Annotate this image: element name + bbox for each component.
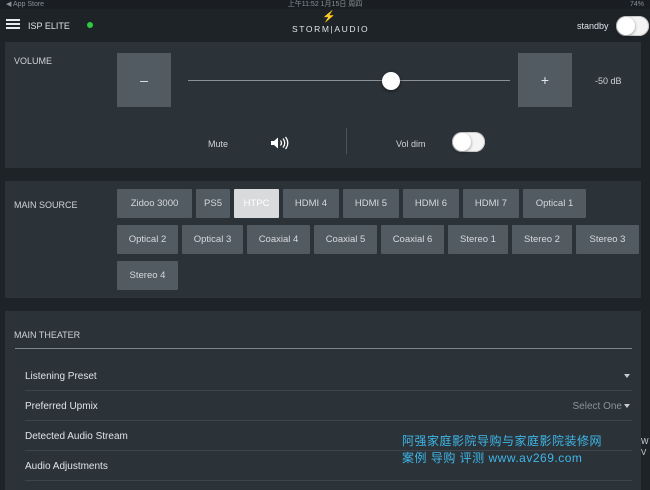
row-label: Listening Preset [25,371,97,382]
vol-dim-toggle[interactable] [452,132,485,152]
source-button-hdmi-5[interactable]: HDMI 5 [343,189,399,218]
minus-label: – [140,72,148,88]
volume-section-label: VOLUME [14,56,53,66]
dropdown[interactable] [622,371,630,382]
source-button-stereo-2[interactable]: Stereo 2 [512,225,572,254]
watermark: 阿强家庭影院导购与家庭影院装修网 案例 导购 评测 www.av269.com [402,433,602,467]
lightning-bolt-icon: ⚡ [322,11,336,23]
source-button-coaxial-6[interactable]: Coaxial 6 [381,225,444,254]
plus-label: + [540,72,550,88]
caret-down-icon [624,404,630,409]
device-name: ISP ELITE [28,21,70,31]
dropdown-value: Select One [572,401,622,412]
source-button-coaxial-5[interactable]: Coaxial 5 [314,225,377,254]
toggle-knob [453,133,471,151]
volume-slider-track[interactable] [188,80,510,81]
edge-char: V [641,448,647,457]
volume-value: -50 dB [595,76,622,86]
status-bar-time: 上午11:52 1月15日 周四 [287,1,363,8]
main-source-panel: MAIN SOURCE Zidoo 3000 PS5 HTPC HDMI 4 HDMI … [5,181,641,298]
mute-label: Mute [208,139,229,149]
vertical-divider [346,128,347,154]
watermark-line-1: 阿强家庭影院导购与家庭影院装修网 [402,434,603,448]
dropdown[interactable]: Select One [573,401,630,412]
preferred-upmix-row[interactable]: Preferred Upmix Select One [25,391,632,421]
source-button-zidoo-3000[interactable]: Zidoo 3000 [117,189,192,218]
hamburger-menu-icon[interactable] [6,19,20,29]
main-source-label: MAIN SOURCE [14,200,78,210]
logo-text: STORM|AUDIO [292,24,370,34]
source-button-stereo-4[interactable]: Stereo 4 [117,261,178,290]
listening-preset-row[interactable]: Listening Preset [25,361,632,391]
edge-char: W [641,437,649,446]
source-button-coaxial-4[interactable]: Coaxial 4 [247,225,310,254]
standby-toggle[interactable] [616,16,649,36]
main-theater-label: MAIN THEATER [14,330,81,340]
volume-down-button[interactable]: – [117,53,171,107]
watermark-line-2: 案例 导购 评测 www.av269.com [402,451,583,465]
toggle-knob [617,17,635,35]
speaker-volume-icon[interactable] [270,136,290,150]
source-button-hdmi-6[interactable]: HDMI 6 [403,189,459,218]
source-button-optical-1[interactable]: Optical 1 [523,189,586,218]
source-button-optical-2[interactable]: Optical 2 [117,225,178,254]
top-bar: ISP ELITE ⚡ STORM|AUDIO standby [0,9,650,42]
source-button-optical-3[interactable]: Optical 3 [182,225,243,254]
caret-down-icon [624,374,630,379]
status-bar-left: ◀ App Store [6,1,45,8]
ios-status-bar: ◀ App Store 上午11:52 1月15日 周四 74% [0,0,650,9]
standby-label: standby [577,21,609,31]
connection-status-icon [87,22,93,28]
vol-dim-label: Vol dim [396,139,426,149]
source-button-hdmi-4[interactable]: HDMI 4 [283,189,339,218]
source-button-stereo-1[interactable]: Stereo 1 [448,225,508,254]
source-button-ps5[interactable]: PS5 [196,189,230,218]
row-label: Detected Audio Stream [25,431,128,442]
section-divider [15,348,632,349]
row-label: Preferred Upmix [25,401,98,412]
row-label: Audio Adjustments [25,461,108,472]
source-button-hdmi-7[interactable]: HDMI 7 [463,189,519,218]
volume-slider-thumb[interactable] [381,72,400,90]
source-button-htpc[interactable]: HTPC [234,189,279,218]
battery-indicator: 74% [629,1,644,8]
volume-panel: VOLUME – + -50 dB Mute Vol dim [5,42,641,168]
storm-audio-logo: ⚡ STORM|AUDIO [292,11,370,34]
volume-up-button[interactable]: + [518,53,572,107]
source-button-stereo-3[interactable]: Stereo 3 [576,225,639,254]
